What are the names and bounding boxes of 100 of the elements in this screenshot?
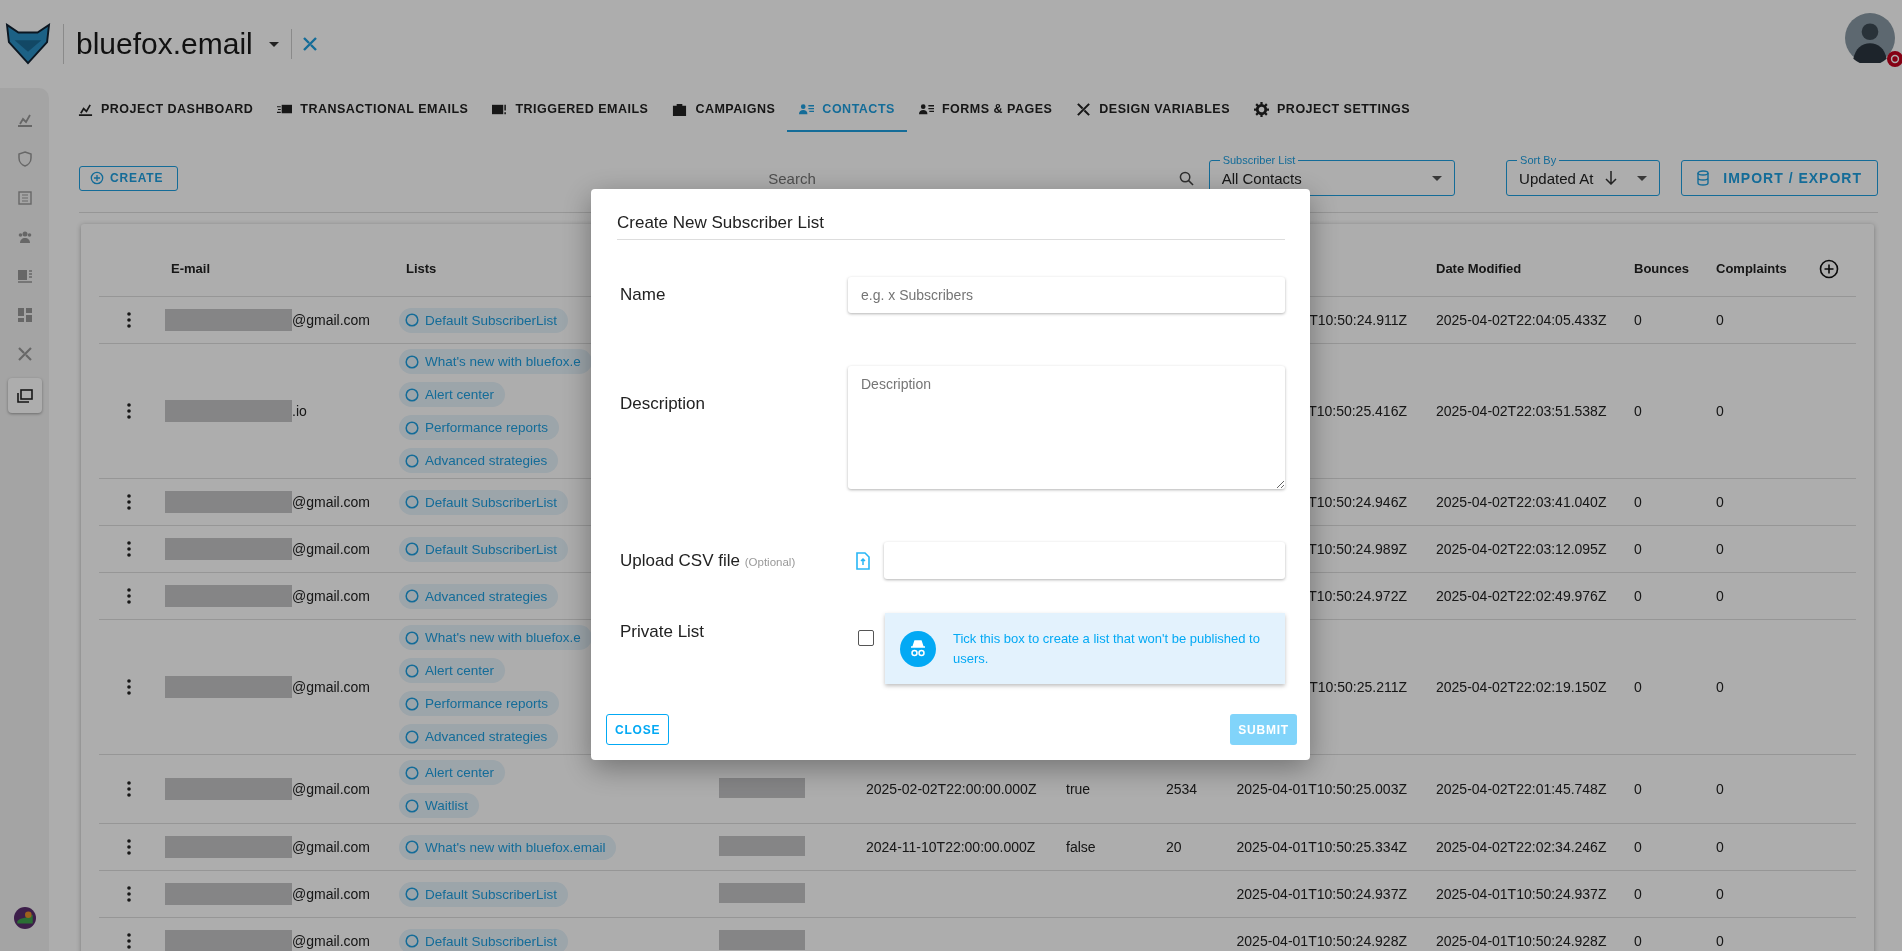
list-chip[interactable]: Advanced strategies bbox=[399, 583, 559, 609]
fox-logo-icon[interactable] bbox=[5, 23, 51, 65]
nav-tab[interactable]: DESIGN VARIABLES bbox=[1064, 88, 1243, 132]
email-cell: @gmail.com bbox=[292, 494, 370, 510]
project-title[interactable]: bluefox.email bbox=[76, 27, 253, 61]
import-export-button[interactable]: IMPORT / EXPORT bbox=[1681, 160, 1878, 196]
list-chip[interactable]: Default SubscriberList bbox=[399, 536, 569, 562]
contacts-icon bbox=[918, 101, 934, 117]
list-chip[interactable]: Waitlist bbox=[399, 793, 479, 818]
list-chip[interactable]: Alert center bbox=[399, 658, 506, 683]
nav-tab[interactable]: CAMPAIGNS bbox=[660, 88, 788, 132]
nav-tab[interactable]: FORMS & PAGES bbox=[906, 88, 1065, 132]
search-icon bbox=[1178, 170, 1194, 186]
table-cell: 0 bbox=[1634, 933, 1642, 949]
nav-tab[interactable]: TRANSACTIONAL EMAILS bbox=[265, 88, 481, 132]
more-icon[interactable] bbox=[127, 886, 131, 902]
circle-icon bbox=[405, 313, 419, 327]
list-chip[interactable]: What's new with bluefox.e bbox=[399, 349, 592, 374]
circle-icon bbox=[405, 798, 419, 813]
circle-icon bbox=[405, 453, 419, 468]
sidebar-item[interactable] bbox=[7, 378, 42, 413]
more-icon[interactable] bbox=[127, 541, 131, 557]
nav-tab[interactable]: CONTACTS bbox=[787, 88, 907, 132]
globe-icon[interactable] bbox=[13, 907, 36, 929]
column-header: Date Modified bbox=[1435, 261, 1523, 276]
more-icon[interactable] bbox=[127, 839, 131, 855]
add-icon bbox=[90, 171, 104, 185]
table-cell: 0 bbox=[1634, 679, 1642, 695]
circle-icon bbox=[405, 729, 419, 744]
nav-tab[interactable]: PROJECT SETTINGS bbox=[1242, 88, 1423, 132]
list-chip[interactable]: Default SubscriberList bbox=[399, 928, 569, 951]
list-chip[interactable]: Alert center bbox=[399, 382, 506, 407]
list-chip[interactable]: What's new with bluefox.e bbox=[399, 625, 592, 650]
more-icon[interactable] bbox=[127, 312, 131, 328]
arrow-down-icon bbox=[1605, 171, 1618, 185]
more-icon[interactable] bbox=[127, 781, 131, 797]
table-cell: 2025-04-01T10:50:24.928Z bbox=[1236, 933, 1407, 949]
circle-icon bbox=[405, 934, 419, 948]
circle-icon bbox=[405, 387, 419, 402]
list-icon bbox=[16, 190, 33, 206]
table-cell: 0 bbox=[1716, 494, 1724, 510]
chart-icon bbox=[78, 101, 93, 117]
table-cell: 0 bbox=[1716, 541, 1724, 557]
email-cell: @gmail.com bbox=[292, 312, 370, 328]
table-cell: 2534 bbox=[1166, 781, 1198, 797]
add-column-icon[interactable] bbox=[1819, 258, 1839, 279]
nav-tab[interactable]: TRIGGERED EMAILS bbox=[480, 88, 661, 132]
search-field[interactable]: Search bbox=[766, 168, 1179, 188]
caret-icon[interactable] bbox=[268, 41, 279, 47]
private-list-checkbox[interactable] bbox=[858, 630, 874, 646]
close-button[interactable]: CLOSE bbox=[606, 714, 670, 745]
circle-icon bbox=[405, 630, 419, 645]
table-cell: 0 bbox=[1634, 494, 1642, 510]
more-icon[interactable] bbox=[127, 403, 131, 419]
table-cell: 0 bbox=[1716, 679, 1724, 695]
folders-icon bbox=[16, 387, 33, 404]
table-cell: T10:50:24.972Z bbox=[1308, 588, 1407, 604]
create-button[interactable]: CREATE bbox=[79, 165, 179, 191]
list-chip[interactable]: Performance reports bbox=[399, 415, 560, 440]
table-cell: 2025-04-02T22:02:49.976Z bbox=[1436, 588, 1607, 604]
more-icon[interactable] bbox=[127, 933, 131, 949]
more-icon[interactable] bbox=[127, 588, 131, 604]
table-cell: 2025-04-02T22:03:41.040Z bbox=[1436, 494, 1607, 510]
list-chip[interactable]: What's new with bluefox.email bbox=[399, 834, 617, 860]
file-field[interactable] bbox=[884, 542, 1285, 579]
table-cell: 2025-04-02T22:02:19.150Z bbox=[1436, 679, 1607, 695]
column-header: Complaints bbox=[1715, 261, 1788, 276]
table-cell: 0 bbox=[1716, 588, 1724, 604]
list-chip[interactable]: Default SubscriberList bbox=[399, 489, 569, 515]
avatar[interactable] bbox=[1845, 13, 1895, 63]
table-cell: 2025-04-02T22:03:12.095Z bbox=[1436, 541, 1607, 557]
circle-icon bbox=[405, 495, 419, 509]
table-cell: 2025-04-02T22:03:51.538Z bbox=[1436, 403, 1607, 419]
list-chip[interactable]: Advanced strategies bbox=[399, 448, 559, 473]
circle-icon bbox=[405, 840, 419, 854]
column-header: Lists bbox=[405, 261, 438, 276]
table-cell: 0 bbox=[1634, 312, 1642, 328]
table-cell: 0 bbox=[1716, 933, 1724, 949]
settings-icon bbox=[1254, 101, 1270, 117]
list-chip[interactable]: Performance reports bbox=[399, 691, 560, 716]
more-icon[interactable] bbox=[127, 494, 131, 510]
status-badge-icon bbox=[1887, 51, 1902, 67]
card-icon bbox=[16, 268, 33, 284]
list-chip[interactable]: Alert center bbox=[399, 760, 506, 785]
table-cell: false bbox=[1066, 839, 1096, 855]
email-cell: @gmail.com bbox=[292, 679, 370, 695]
field-label: Name bbox=[619, 285, 667, 305]
table-cell: true bbox=[1066, 781, 1091, 797]
list-chip[interactable]: Advanced strategies bbox=[399, 724, 559, 749]
circle-icon bbox=[405, 663, 419, 678]
name-field[interactable]: e.g. x Subscribers bbox=[848, 277, 1285, 313]
nav-tab[interactable]: PROJECT DASHBOARD bbox=[66, 88, 266, 132]
list-chip[interactable]: Default SubscriberList bbox=[399, 307, 569, 333]
more-icon[interactable] bbox=[127, 679, 131, 695]
field-label: Upload CSV file (Optional) bbox=[619, 550, 797, 571]
description-field[interactable]: Description bbox=[848, 366, 1285, 489]
table-cell: 0 bbox=[1716, 403, 1724, 419]
list-chip[interactable]: Default SubscriberList bbox=[399, 881, 569, 907]
table-cell: 2025-04-01T10:50:24.928Z bbox=[1436, 933, 1607, 949]
table-cell: 0 bbox=[1634, 886, 1642, 902]
